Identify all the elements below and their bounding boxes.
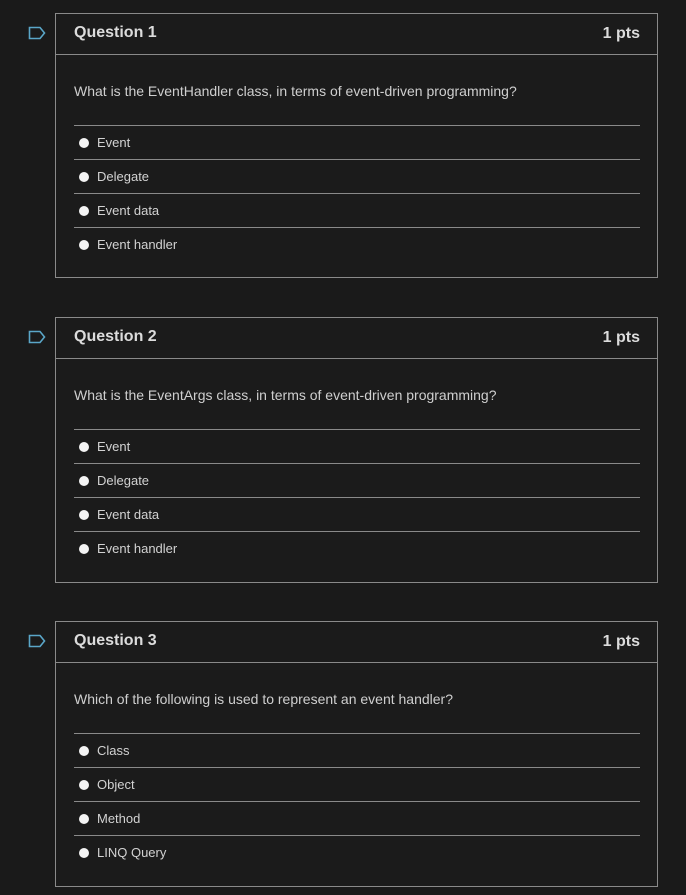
answer-option[interactable]: Method: [74, 802, 640, 836]
radio-button-icon[interactable]: [79, 745, 89, 756]
question-body: What is the EventArgs class, in terms of…: [56, 359, 657, 585]
answer-label: Event: [97, 135, 131, 150]
radio-button-icon[interactable]: [79, 475, 89, 486]
question-title: Question 3: [74, 632, 157, 649]
radio-button-icon[interactable]: [79, 171, 89, 182]
question-body: Which of the following is used to repres…: [56, 663, 657, 889]
answer-label: Object: [97, 777, 135, 792]
answer-label: Event handler: [97, 541, 178, 556]
question-title: Question 1: [74, 24, 157, 41]
answer-label: Class: [97, 743, 130, 758]
answer-label: Event data: [97, 507, 160, 522]
question-points: 1 pts: [602, 329, 640, 346]
question-prompt: What is the EventHandler class, in terms…: [74, 83, 517, 99]
answer-option[interactable]: Delegate: [74, 160, 640, 194]
radio-button-icon[interactable]: [79, 137, 89, 148]
question-header: Question 1 1 pts: [56, 14, 657, 55]
question-card: Question 2 1 pts What is the EventArgs c…: [55, 317, 658, 583]
question-title: Question 2: [74, 328, 157, 345]
radio-button-icon[interactable]: [79, 779, 89, 790]
answer-option[interactable]: Event data: [74, 498, 640, 532]
answer-list: Class Object Method LINQ Query: [74, 733, 640, 869]
answer-option[interactable]: Event handler: [74, 532, 640, 565]
answer-option[interactable]: Class: [74, 734, 640, 768]
radio-button-icon[interactable]: [79, 509, 89, 520]
answer-option[interactable]: LINQ Query: [74, 836, 640, 869]
question-header: Question 3 1 pts: [56, 622, 657, 663]
answer-option[interactable]: Delegate: [74, 464, 640, 498]
answer-option[interactable]: Object: [74, 768, 640, 802]
answer-label: Delegate: [97, 473, 150, 488]
answer-label: Method: [97, 811, 141, 826]
radio-button-icon[interactable]: [79, 441, 89, 452]
radio-button-icon[interactable]: [79, 813, 89, 824]
radio-button-icon[interactable]: [79, 847, 89, 858]
radio-button-icon[interactable]: [79, 239, 89, 250]
answer-list: Event Delegate Event data Event handler: [74, 125, 640, 261]
question-header: Question 2 1 pts: [56, 318, 657, 359]
question-body: What is the EventHandler class, in terms…: [56, 55, 657, 281]
answer-label: Event: [97, 439, 131, 454]
flag-question-icon[interactable]: [28, 330, 46, 344]
flag-question-icon[interactable]: [28, 634, 46, 648]
question-prompt: What is the EventArgs class, in terms of…: [74, 387, 497, 403]
answer-option[interactable]: Event: [74, 430, 640, 464]
answer-label: Event data: [97, 203, 160, 218]
question-points: 1 pts: [602, 25, 640, 42]
flag-question-icon[interactable]: [28, 26, 46, 40]
answer-label: LINQ Query: [97, 845, 167, 860]
question-points: 1 pts: [602, 633, 640, 650]
question-prompt: Which of the following is used to repres…: [74, 691, 454, 707]
radio-button-icon[interactable]: [79, 543, 89, 554]
answer-label: Event handler: [97, 237, 178, 252]
answer-option[interactable]: Event data: [74, 194, 640, 228]
answer-label: Delegate: [97, 169, 150, 184]
quiz-container: Question 1 1 pts What is the EventHandle…: [0, 0, 686, 895]
answer-option[interactable]: Event: [74, 126, 640, 160]
answer-list: Event Delegate Event data Event handler: [74, 429, 640, 565]
answer-option[interactable]: Event handler: [74, 228, 640, 261]
question-card: Question 3 1 pts Which of the following …: [55, 621, 658, 887]
radio-button-icon[interactable]: [79, 205, 89, 216]
question-card: Question 1 1 pts What is the EventHandle…: [55, 13, 658, 278]
